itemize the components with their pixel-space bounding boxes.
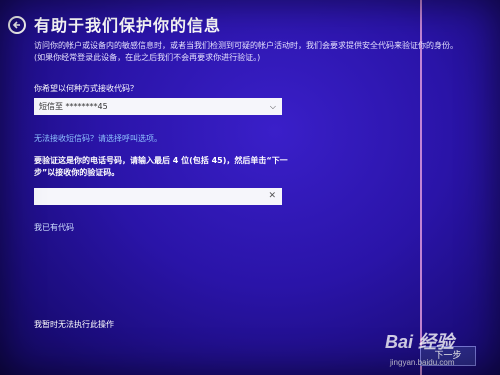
have-code-link[interactable]: 我已有代码 — [34, 222, 74, 233]
watermark-logo: Bai 经验 — [385, 332, 455, 352]
last-digits-input[interactable]: ✕ — [34, 188, 282, 205]
watermark-url: jingyan.baidu.com — [390, 358, 455, 367]
clear-icon[interactable]: ✕ — [268, 188, 276, 205]
arrow-left-icon — [12, 21, 20, 29]
method-selected-value: 短信至 ********45 — [39, 102, 108, 111]
baidu-jingyan-watermark: Bai 经验 jingyan.baidu.com — [385, 328, 455, 367]
method-label: 你希望以何种方式接收代码？ — [34, 84, 138, 93]
method-select[interactable]: 短信至 ********45 ⌵ — [34, 98, 282, 115]
verify-hint-text: 要验证这是你的电话号码，请输入最后 4 位(包括 45)，然后单击“下一步”以接… — [34, 156, 288, 177]
description-text: 访问你的帐户或设备内的敏感信息时，或者当我们检测到可疑的帐户活动时，我们会要求提… — [34, 41, 458, 62]
page-title: 有助于我们保护你的信息 — [34, 16, 222, 35]
no-sms-link[interactable]: 无法接收短信码？请选择呼叫选项。 — [34, 133, 162, 144]
back-button[interactable] — [8, 16, 26, 34]
cant-do-link[interactable]: 我暂时无法执行此操作 — [34, 319, 114, 330]
chevron-down-icon: ⌵ — [269, 102, 276, 111]
